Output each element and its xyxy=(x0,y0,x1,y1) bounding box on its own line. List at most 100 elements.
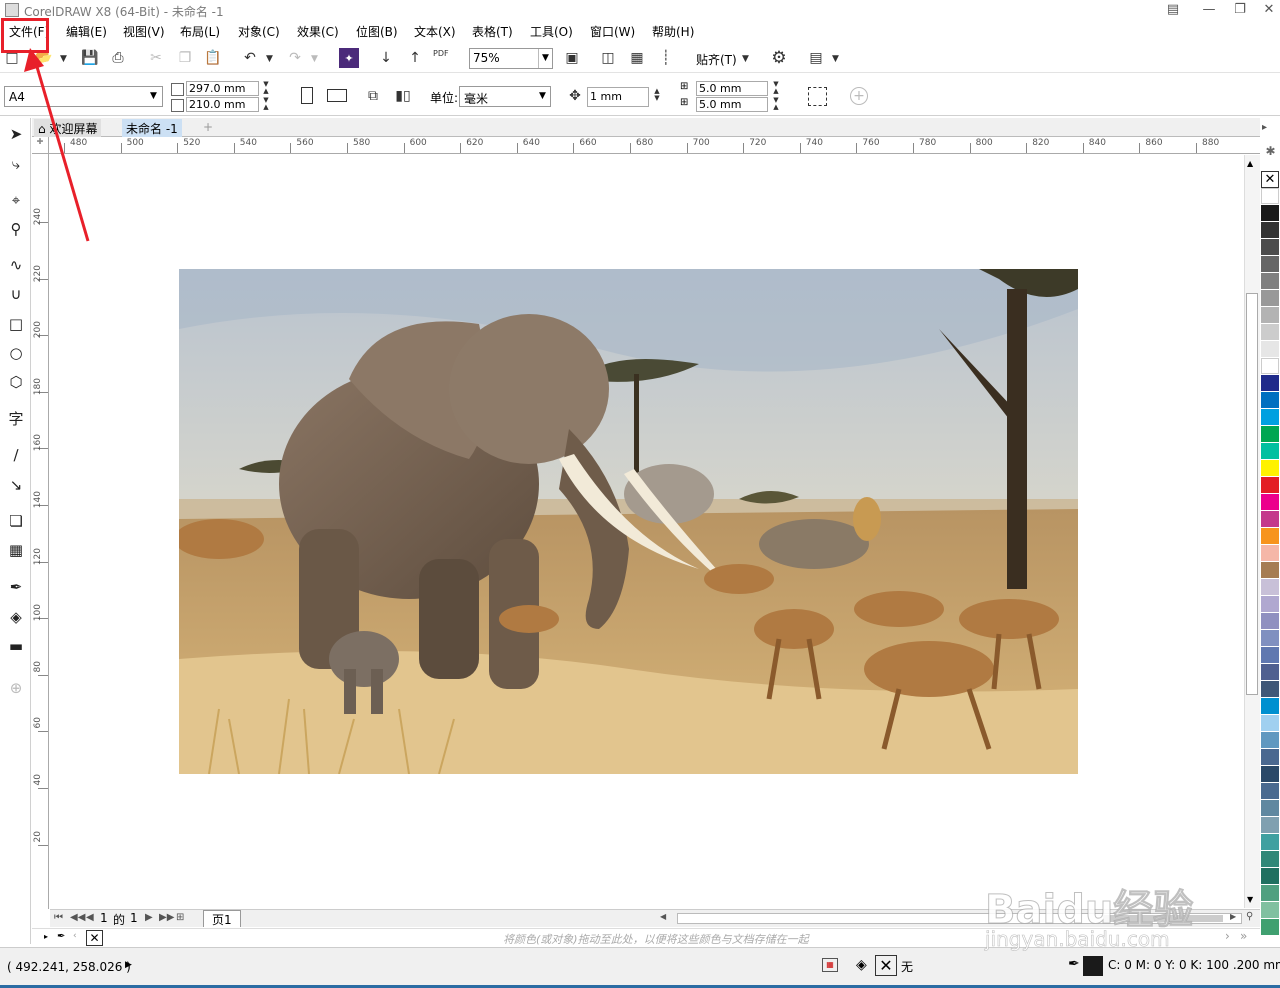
all-pages-icon[interactable]: ⧉ xyxy=(363,86,383,106)
outline-color-swatch[interactable] xyxy=(1083,956,1103,976)
color-swatch[interactable] xyxy=(1261,477,1279,494)
color-swatch[interactable] xyxy=(1261,426,1279,443)
paste-icon[interactable]: 📋 xyxy=(203,48,223,68)
color-swatch[interactable] xyxy=(1261,902,1279,919)
color-swatch[interactable] xyxy=(1261,443,1279,460)
color-swatch[interactable] xyxy=(1261,239,1279,256)
undo-dropdown-icon[interactable]: ▼ xyxy=(266,54,273,64)
menu-text[interactable]: 文本(X) xyxy=(414,23,456,40)
artistic-media-icon[interactable]: ∪ xyxy=(5,283,27,305)
add-quick-customize-icon[interactable]: + xyxy=(850,87,868,105)
color-swatch[interactable] xyxy=(1261,511,1279,528)
page-size-select[interactable]: A4 ▼ xyxy=(4,86,163,107)
landscape-orientation-icon[interactable] xyxy=(327,89,347,102)
menu-object[interactable]: 对象(C) xyxy=(238,23,280,40)
color-swatch[interactable] xyxy=(1261,851,1279,868)
menu-window[interactable]: 窗口(W) xyxy=(590,23,635,40)
copy-icon[interactable]: ❐ xyxy=(175,48,195,68)
treat-as-filled-icon[interactable] xyxy=(808,87,827,106)
color-swatch[interactable] xyxy=(1261,630,1279,647)
no-color-swatch[interactable]: ✕ xyxy=(86,930,103,946)
color-swatch[interactable] xyxy=(1261,868,1279,885)
scrollbar-thumb[interactable] xyxy=(1246,293,1258,695)
show-rulers-icon[interactable]: ◫ xyxy=(598,48,618,68)
status-flyout-icon[interactable]: ▶ xyxy=(125,960,132,970)
chevron-down-icon[interactable]: ▼ xyxy=(538,49,552,68)
duplicate-distance-y-field[interactable]: 5.0 mm xyxy=(696,97,768,112)
color-swatch[interactable] xyxy=(1261,885,1279,902)
connector-tool-icon[interactable]: ↘ xyxy=(5,474,27,496)
units-select[interactable]: 毫米 ▼ xyxy=(459,86,551,107)
menu-bitmaps[interactable]: 位图(B) xyxy=(356,23,398,40)
color-swatch[interactable] xyxy=(1261,256,1279,273)
save-icon[interactable]: 💾 xyxy=(80,48,100,68)
horizontal-ruler[interactable]: 480 500 520 540 560 580 600 620 640 660 680 700 720 7… xyxy=(32,137,1260,154)
color-swatch[interactable] xyxy=(1261,919,1279,936)
outline-pen-icon[interactable]: ✒ xyxy=(1068,956,1080,972)
ellipse-tool-icon[interactable]: ○ xyxy=(5,342,27,364)
import-icon[interactable]: ↓ xyxy=(376,48,396,68)
elephant-savanna-photo[interactable] xyxy=(179,269,1078,774)
color-swatch[interactable] xyxy=(1261,800,1279,817)
snap-dropdown-icon[interactable]: ▼ xyxy=(742,54,749,64)
color-swatch[interactable] xyxy=(1261,545,1279,562)
pick-tool-icon[interactable]: ➤ xyxy=(5,123,27,145)
menu-view[interactable]: 视图(V) xyxy=(123,23,165,40)
page-tab-1[interactable]: 页1 xyxy=(203,910,241,927)
menu-tools[interactable]: 工具(O) xyxy=(530,23,573,40)
page-height-field[interactable]: 210.0 mm xyxy=(186,97,259,112)
color-swatch[interactable] xyxy=(1261,188,1279,205)
no-color-swatch[interactable]: ✕ xyxy=(1261,171,1279,188)
zoom-nav-icon[interactable]: ⚲ xyxy=(1246,911,1253,922)
parallel-dimension-icon[interactable]: ∕ xyxy=(5,444,27,466)
palette-settings-icon[interactable]: ✱ xyxy=(1263,144,1278,168)
palette-scroll-right-icon[interactable]: ▸ xyxy=(1262,122,1267,133)
zoom-level-select[interactable]: 75% ▼ xyxy=(469,48,553,69)
color-swatch[interactable] xyxy=(1261,562,1279,579)
interactive-fill-icon[interactable]: ◈ xyxy=(5,606,27,628)
menu-layout[interactable]: 布局(L) xyxy=(180,23,220,40)
open-dropdown-icon[interactable]: ▼ xyxy=(60,54,67,64)
color-swatch[interactable] xyxy=(1261,460,1279,477)
text-tool-icon[interactable]: 字 xyxy=(5,408,27,430)
color-swatch[interactable] xyxy=(1261,579,1279,596)
color-swatch[interactable] xyxy=(1261,392,1279,409)
color-swatch[interactable] xyxy=(1261,273,1279,290)
next-page-icon[interactable]: ▶ xyxy=(145,912,153,923)
undo-icon[interactable]: ↶ xyxy=(240,48,260,68)
palette-left-icon[interactable]: ‹ xyxy=(73,931,77,941)
color-swatch[interactable] xyxy=(1261,290,1279,307)
color-swatch[interactable] xyxy=(1261,698,1279,715)
menu-effects[interactable]: 效果(C) xyxy=(297,23,339,40)
width-spinner[interactable]: ▼ ▲ xyxy=(260,81,272,96)
rectangle-tool-icon[interactable]: □ xyxy=(5,313,27,335)
smart-fill-icon[interactable]: ▬ xyxy=(5,635,27,657)
tab-untitled-1[interactable]: 未命名 -1 xyxy=(122,119,182,137)
color-swatch[interactable] xyxy=(1261,341,1279,358)
color-swatch[interactable] xyxy=(1261,749,1279,766)
palette-expand-icon[interactable]: » xyxy=(1240,929,1247,943)
application-launcher-icon[interactable]: ▤ xyxy=(806,48,826,68)
first-page-icon[interactable]: ⏮ xyxy=(54,912,63,923)
scroll-down-icon[interactable]: ▼ xyxy=(1247,895,1253,904)
color-swatch[interactable] xyxy=(1261,732,1279,749)
search-content-icon[interactable]: ✦ xyxy=(339,48,359,68)
show-guidelines-icon[interactable]: ┊ xyxy=(656,48,676,68)
color-swatch[interactable] xyxy=(1261,494,1279,511)
dup-x-spinner[interactable]: ▼ ▲ xyxy=(770,81,782,96)
add-tool-icon[interactable]: ⊕ xyxy=(5,677,27,699)
fill-none-swatch[interactable]: ✕ xyxy=(875,955,897,976)
shape-tool-icon[interactable]: ⤷ xyxy=(5,153,27,175)
color-swatch[interactable] xyxy=(1261,613,1279,630)
nudge-distance-field[interactable]: 1 mm xyxy=(587,87,649,107)
zoom-tool-icon[interactable]: ⚲ xyxy=(5,218,27,240)
ruler-origin[interactable]: ✚ xyxy=(32,137,49,154)
color-swatch[interactable] xyxy=(1261,715,1279,732)
eyedropper-tool-icon[interactable]: ✒ xyxy=(5,576,27,598)
export-icon[interactable]: ↑ xyxy=(405,48,425,68)
color-swatch[interactable] xyxy=(1261,647,1279,664)
add-page-icon[interactable]: ⊞ xyxy=(176,912,184,923)
restore-down-icon[interactable]: ▤ xyxy=(1160,1,1186,19)
last-page-icon[interactable]: ▶▶ xyxy=(159,912,174,923)
scroll-left-icon[interactable]: ◀ xyxy=(660,912,666,921)
